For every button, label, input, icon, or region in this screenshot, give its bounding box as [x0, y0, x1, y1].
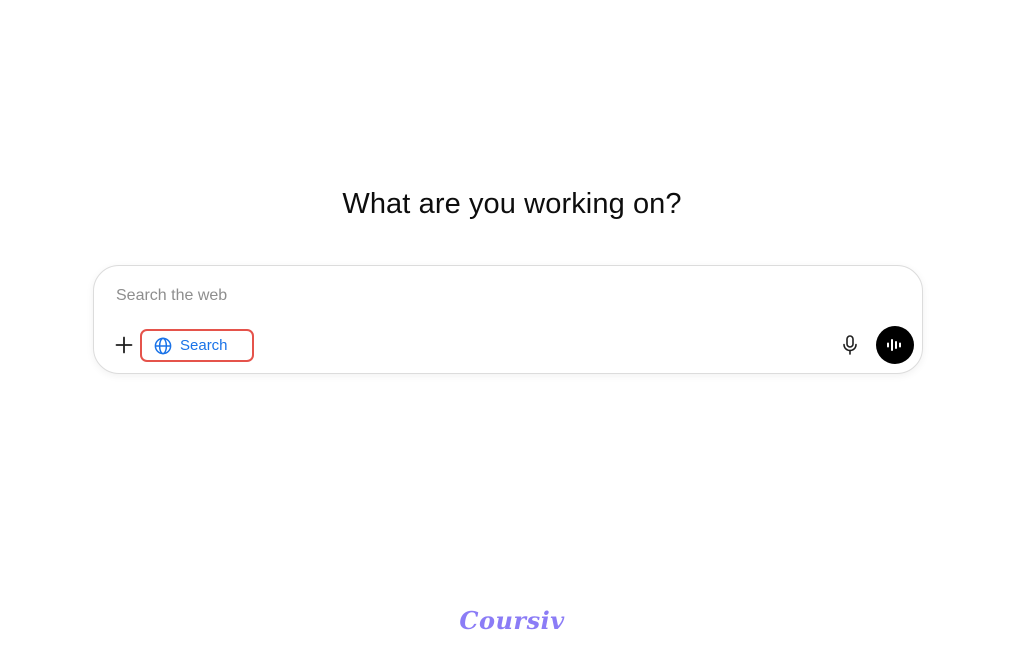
add-attachment-button[interactable]	[112, 333, 136, 357]
voice-mode-button[interactable]	[876, 326, 914, 364]
globe-icon	[154, 337, 172, 354]
search-toggle-button[interactable]: Search	[140, 329, 254, 362]
microphone-icon	[843, 335, 857, 355]
voice-waveform-icon	[887, 339, 901, 351]
search-input[interactable]	[116, 284, 876, 308]
plus-icon	[115, 336, 133, 354]
page-heading: What are you working on?	[342, 188, 682, 220]
coursiv-logo: Coursiv	[459, 606, 565, 635]
dictate-button[interactable]	[838, 333, 862, 357]
search-toggle-label: Search	[180, 337, 228, 354]
chat-page: What are you working on? Search the web …	[0, 0, 1024, 654]
composer-box: Search	[93, 265, 923, 374]
